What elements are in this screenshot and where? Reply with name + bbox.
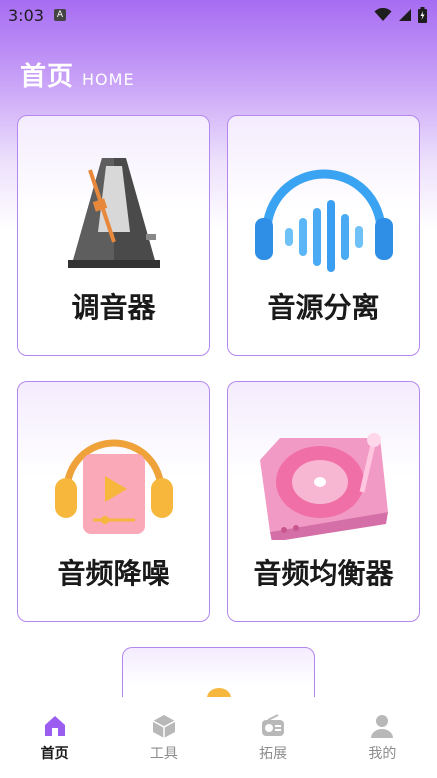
wifi-icon bbox=[374, 8, 392, 21]
battery-icon bbox=[418, 7, 427, 23]
signal-icon bbox=[399, 9, 411, 21]
card-tuner[interactable]: 调音器 bbox=[17, 115, 210, 356]
nav-item-extensions[interactable]: 拓展 bbox=[219, 697, 328, 778]
cube-icon bbox=[152, 715, 176, 738]
nav-label: 工具 bbox=[149, 746, 178, 762]
page-header: 首页 HOME bbox=[20, 56, 135, 93]
nav-label: 首页 bbox=[40, 746, 69, 762]
user-icon bbox=[371, 715, 394, 738]
card-label: 音频降噪 bbox=[57, 557, 170, 590]
bottom-navigation: 首页 工具 拓展 我的 bbox=[0, 697, 437, 778]
card-label: 音频均衡器 bbox=[253, 557, 394, 590]
nav-label: 拓展 bbox=[259, 746, 288, 762]
status-indicators bbox=[374, 7, 427, 23]
card-source-separation[interactable]: 音源分离 bbox=[227, 115, 420, 356]
headphones-waveform-icon bbox=[254, 169, 393, 272]
nav-item-home[interactable]: 首页 bbox=[0, 697, 109, 778]
home-icon bbox=[44, 716, 65, 736]
nav-item-tools[interactable]: 工具 bbox=[109, 697, 218, 778]
card-label: 音源分离 bbox=[267, 291, 380, 324]
headphones-player-icon bbox=[54, 439, 173, 534]
status-bar: 3:03 A bbox=[0, 0, 437, 30]
card-label: 调音器 bbox=[71, 291, 156, 324]
page-subtitle: HOME bbox=[82, 70, 135, 89]
card-equalizer[interactable]: 音频均衡器 bbox=[227, 381, 420, 622]
radio-icon bbox=[262, 714, 285, 736]
status-time: 3:03 bbox=[8, 5, 44, 25]
page-title: 首页 bbox=[20, 62, 75, 92]
card-noise-reduction[interactable]: 音频降噪 bbox=[17, 381, 210, 622]
notification-app-icon: A bbox=[53, 9, 66, 21]
turntable-icon bbox=[259, 433, 388, 540]
nav-label: 我的 bbox=[368, 746, 397, 762]
nav-item-profile[interactable]: 我的 bbox=[328, 697, 437, 778]
metronome-icon bbox=[67, 158, 160, 268]
